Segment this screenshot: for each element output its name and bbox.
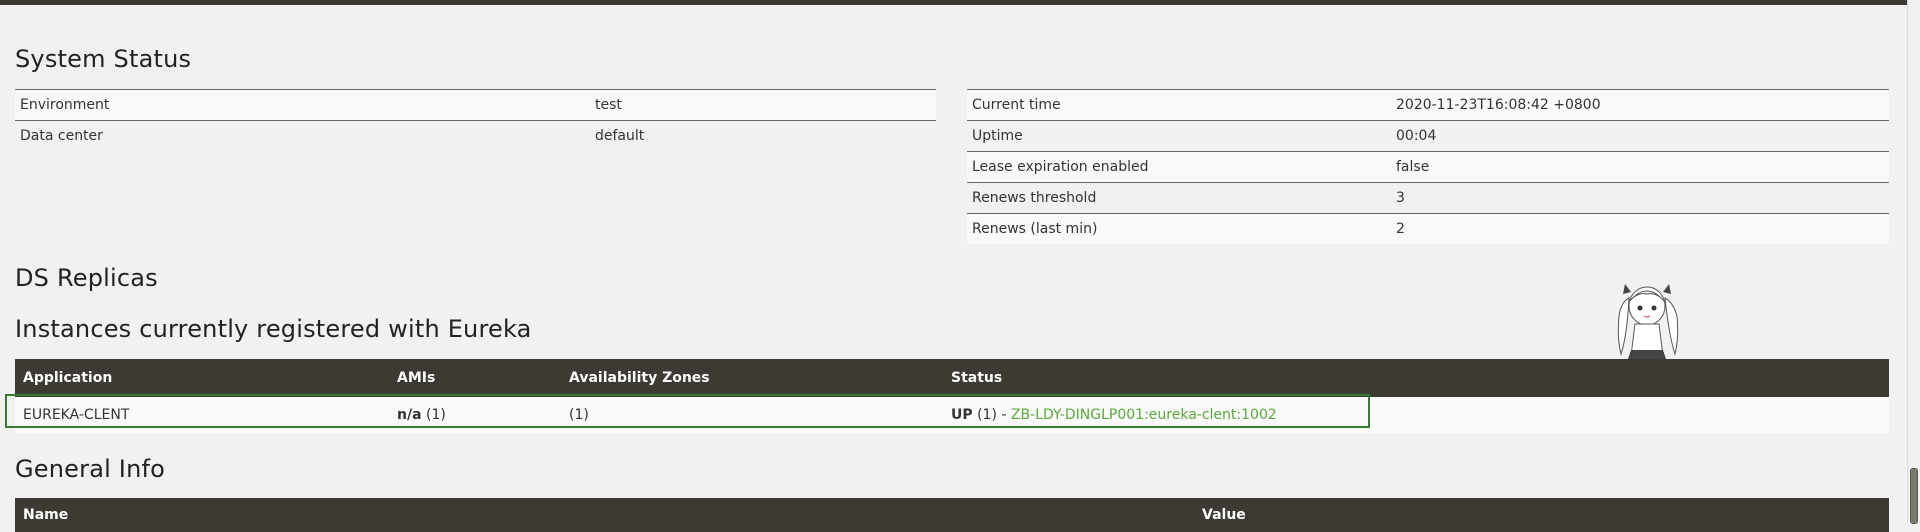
table-row: Renews (last min) 2 xyxy=(967,213,1889,244)
uptime-value: 00:04 xyxy=(1391,120,1889,152)
env-value: test xyxy=(590,89,936,121)
uptime-label: Uptime xyxy=(967,120,1391,152)
header-value: Value xyxy=(1194,498,1889,532)
renews-last-min-value: 2 xyxy=(1391,213,1889,244)
table-row: Current time 2020-11-23T16:08:42 +0800 xyxy=(967,89,1889,121)
current-time-label: Current time xyxy=(967,89,1391,121)
header-amis: AMIs xyxy=(389,359,561,397)
table-row: Uptime 00:04 xyxy=(967,120,1889,152)
instance-row-highlight xyxy=(5,394,1370,428)
header-availability-zones: Availability Zones xyxy=(561,359,943,397)
header-status: Status xyxy=(943,359,1889,397)
datacenter-value: default xyxy=(590,120,936,151)
top-bar xyxy=(0,0,1908,5)
instances-title: Instances currently registered with Eure… xyxy=(15,315,532,343)
system-status-right-table: Current time 2020-11-23T16:08:42 +0800 U… xyxy=(967,89,1889,244)
datacenter-label: Data center xyxy=(15,120,590,151)
header-application: Application xyxy=(15,359,389,397)
lease-value: false xyxy=(1391,151,1889,183)
table-row: Environment test xyxy=(15,89,936,121)
system-status-title: System Status xyxy=(15,45,192,73)
ds-replicas-title: DS Replicas xyxy=(15,264,158,292)
general-info-table: Name Value xyxy=(15,498,1889,532)
scrollbar-thumb[interactable] xyxy=(1910,468,1918,524)
general-info-title: General Info xyxy=(15,455,166,483)
table-row: Lease expiration enabled false xyxy=(967,151,1889,183)
header-name: Name xyxy=(15,498,1194,532)
system-status-left-table: Environment test Data center default xyxy=(15,89,936,151)
general-info-header-row: Name Value xyxy=(15,498,1889,532)
renews-threshold-label: Renews threshold xyxy=(967,182,1391,214)
env-label: Environment xyxy=(15,89,590,121)
renews-last-min-label: Renews (last min) xyxy=(967,213,1391,244)
lease-label: Lease expiration enabled xyxy=(967,151,1391,183)
table-row: Data center default xyxy=(15,120,936,151)
current-time-value: 2020-11-23T16:08:42 +0800 xyxy=(1391,89,1889,121)
renews-threshold-value: 3 xyxy=(1391,182,1889,214)
instances-header-row: Application AMIs Availability Zones Stat… xyxy=(15,359,1889,397)
table-row: Renews threshold 3 xyxy=(967,182,1889,214)
vertical-scrollbar[interactable] xyxy=(1907,0,1920,524)
